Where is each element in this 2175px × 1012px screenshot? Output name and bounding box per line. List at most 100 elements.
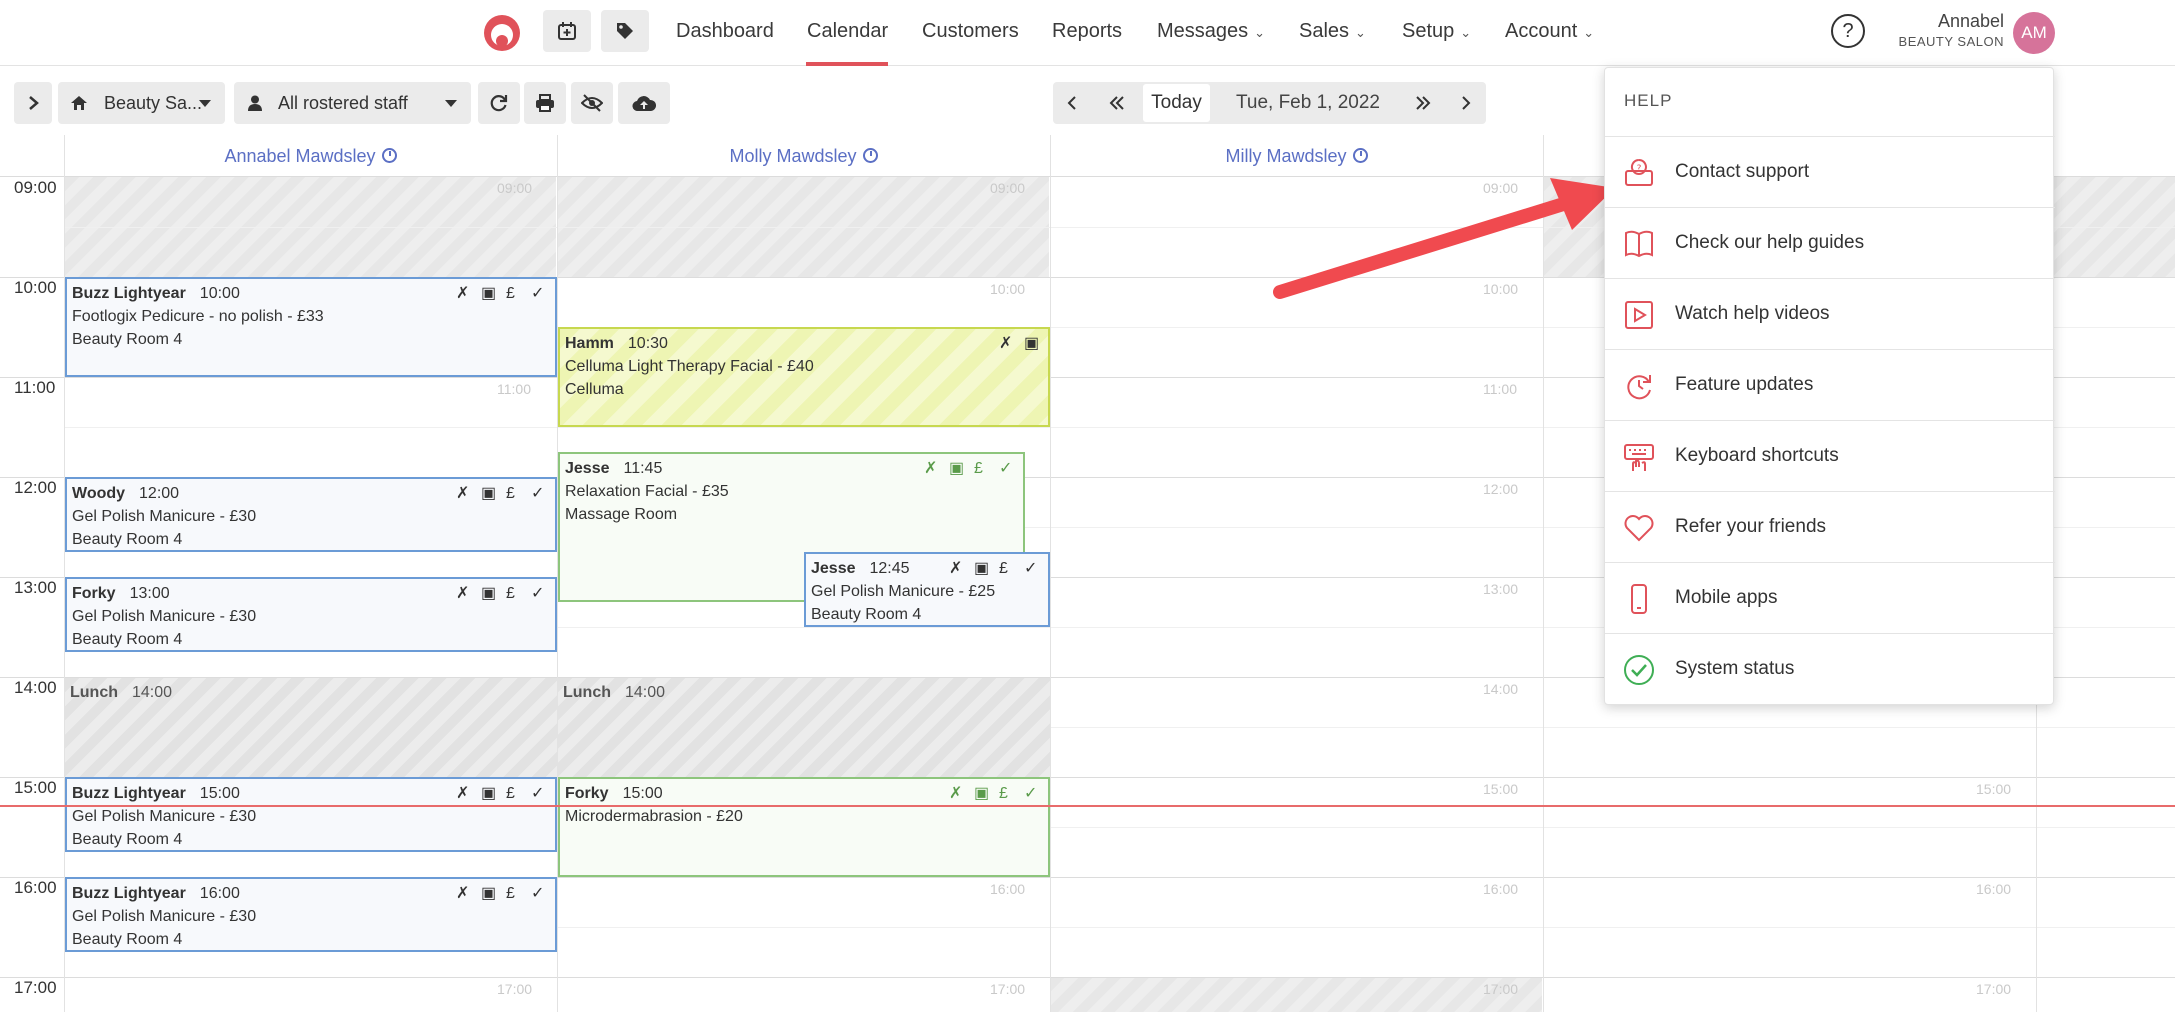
payment-icon: £ <box>999 560 1008 577</box>
client-name: Hamm <box>565 335 614 352</box>
expand-sidebar-button[interactable] <box>14 82 52 124</box>
nav-setup[interactable]: Setup ⌄ <box>1402 20 1471 43</box>
break-block[interactable]: Lunch 14:00 <box>65 678 557 777</box>
appointment-card[interactable]: Buzz Lightyear 16:00 Gel Polish Manicure … <box>65 877 557 952</box>
time-label: 15:00 <box>14 778 57 797</box>
avatar[interactable]: AM <box>2013 12 2055 54</box>
check-icon: ✓ <box>531 485 545 502</box>
no-deposit-icon: ✗ <box>949 785 963 802</box>
break-block[interactable]: Lunch 14:00 <box>558 678 1050 777</box>
home-icon <box>71 96 87 110</box>
appointment-card[interactable]: Forky 13:00 Gel Polish Manicure - £30 Bea… <box>65 577 557 652</box>
help-item-help-guides[interactable]: Check our help guides <box>1605 207 2055 278</box>
appointment-time: 12:45 <box>869 560 910 577</box>
help-item-label: Check our help guides <box>1675 232 1865 253</box>
chevron-down-icon: ⌄ <box>1355 25 1366 40</box>
briefcase-icon: ▣ <box>974 785 990 802</box>
today-button[interactable]: Today <box>1143 84 1210 122</box>
break-time: 14:00 <box>132 684 173 701</box>
clock-icon <box>1352 148 1368 163</box>
next-day-button[interactable] <box>1446 82 1486 124</box>
prev-week-button[interactable] <box>1095 82 1139 124</box>
chevron-down-icon: ⌄ <box>1254 25 1266 40</box>
appointment-card[interactable]: Forky 15:00 Microdermabrasion - £20 ✗ ▣ £ ✓ <box>558 777 1050 877</box>
new-appointment-button[interactable] <box>543 10 591 52</box>
slot-time-label: 11:00 <box>497 381 531 397</box>
help-item-label: Watch help videos <box>1675 303 1830 324</box>
nav-reports[interactable]: Reports <box>1052 20 1122 43</box>
nav-messages[interactable]: Messages ⌄ <box>1157 20 1265 43</box>
client-name: Buzz Lightyear <box>72 285 186 302</box>
help-icon[interactable]: ? <box>1831 14 1865 48</box>
briefcase-icon: ▣ <box>481 885 497 902</box>
appointment-card[interactable]: Woody 12:00 Gel Polish Manicure - £30 Bea… <box>65 477 557 552</box>
cloud-upload-icon <box>632 96 656 112</box>
payment-icon: £ <box>506 485 515 502</box>
room-name: Beauty Room 4 <box>72 331 183 348</box>
slot-time-label: 17:00 <box>1483 981 1519 997</box>
service-name: Gel Polish Manicure - £30 <box>72 508 257 525</box>
grid-line <box>1050 135 1051 1012</box>
appointment-time: 10:30 <box>627 335 668 352</box>
help-item-help-videos[interactable]: Watch help videos <box>1605 278 2055 349</box>
service-name: Gel Polish Manicure - £30 <box>72 608 257 625</box>
nav-sales[interactable]: Sales ⌄ <box>1299 20 1366 43</box>
appointment-card[interactable]: Hamm 10:30 Celluma Light Therapy Facial -… <box>558 327 1050 427</box>
staff-name: Annabel Mawdsley <box>224 146 376 166</box>
pointer-arrow-icon <box>1273 178 1615 299</box>
nav-customers[interactable]: Customers <box>922 20 1019 43</box>
appointment-card[interactable]: Buzz Lightyear 15:00 Gel Polish Manicure … <box>65 777 557 852</box>
staff-filter-select[interactable]: All rostered staff <box>234 82 471 124</box>
nav-dashboard[interactable]: Dashboard <box>676 20 774 43</box>
prev-day-button[interactable] <box>1053 82 1091 124</box>
slot-time-label: 16:00 <box>1976 881 2012 897</box>
help-item-label: Keyboard shortcuts <box>1675 445 1839 466</box>
room-name: Beauty Room 4 <box>72 631 183 648</box>
user-name[interactable]: Annabel <box>1938 11 2004 32</box>
room-name: Celluma <box>565 381 624 398</box>
eye-slash-icon <box>581 94 603 112</box>
check-icon: ✓ <box>1024 560 1038 577</box>
upload-button[interactable] <box>618 82 670 124</box>
business-name: BEAUTY SALON <box>1898 34 2004 49</box>
help-item-keyboard-shortcuts[interactable]: Keyboard shortcuts <box>1605 420 2055 491</box>
briefcase-icon: ▣ <box>949 460 965 477</box>
break-name: Lunch <box>563 684 611 701</box>
slot-time-label: 13:00 <box>1483 581 1519 597</box>
client-name: Woody <box>72 485 126 502</box>
refresh-button[interactable] <box>478 82 520 124</box>
nav-calendar[interactable]: Calendar <box>807 20 888 43</box>
client-name: Buzz Lightyear <box>72 785 186 802</box>
help-item-mobile-apps[interactable]: Mobile apps <box>1605 562 2055 633</box>
staff-column-header[interactable]: Annabel Mawdsley <box>64 135 557 177</box>
current-date[interactable]: Tue, Feb 1, 2022 <box>1213 82 1403 124</box>
caret-down-icon <box>199 100 211 107</box>
no-deposit-icon: ✗ <box>456 885 470 902</box>
help-item-refer-friends[interactable]: Refer your friends <box>1605 491 2055 562</box>
toggle-visibility-button[interactable] <box>571 82 613 124</box>
print-icon <box>536 94 554 112</box>
clock-icon <box>381 148 397 163</box>
print-button[interactable] <box>524 82 566 124</box>
nav-account[interactable]: Account ⌄ <box>1505 20 1594 43</box>
next-week-button[interactable] <box>1403 82 1443 124</box>
slot-time-label: 11:00 <box>1483 381 1517 397</box>
help-item-contact-support[interactable]: ? Contact support <box>1605 136 2055 207</box>
unavailable-block <box>1051 977 1542 1012</box>
video-icon <box>1625 301 1653 329</box>
slot-time-label: 09:00 <box>497 180 533 196</box>
appointment-card[interactable]: Jesse 12:45 Gel Polish Manicure - £25 Bea… <box>804 552 1050 627</box>
no-deposit-icon: ✗ <box>456 785 470 802</box>
check-icon: ✓ <box>531 585 545 602</box>
help-item-system-status[interactable]: System status <box>1605 633 2055 704</box>
grid-line <box>0 977 2175 978</box>
chevron-down-icon: ⌄ <box>1583 25 1595 40</box>
logo-icon[interactable] <box>482 13 522 53</box>
no-deposit-icon: ✗ <box>949 560 963 577</box>
staff-column-header[interactable]: Molly Mawdsley <box>557 135 1050 177</box>
location-select[interactable]: Beauty Sa... <box>58 82 225 124</box>
slot-time-label: 15:00 <box>1483 781 1519 797</box>
appointment-card[interactable]: Buzz Lightyear 10:00 Footlogix Pedicure -… <box>65 277 557 377</box>
new-sale-button[interactable] <box>601 10 649 52</box>
help-item-feature-updates[interactable]: Feature updates <box>1605 349 2055 420</box>
